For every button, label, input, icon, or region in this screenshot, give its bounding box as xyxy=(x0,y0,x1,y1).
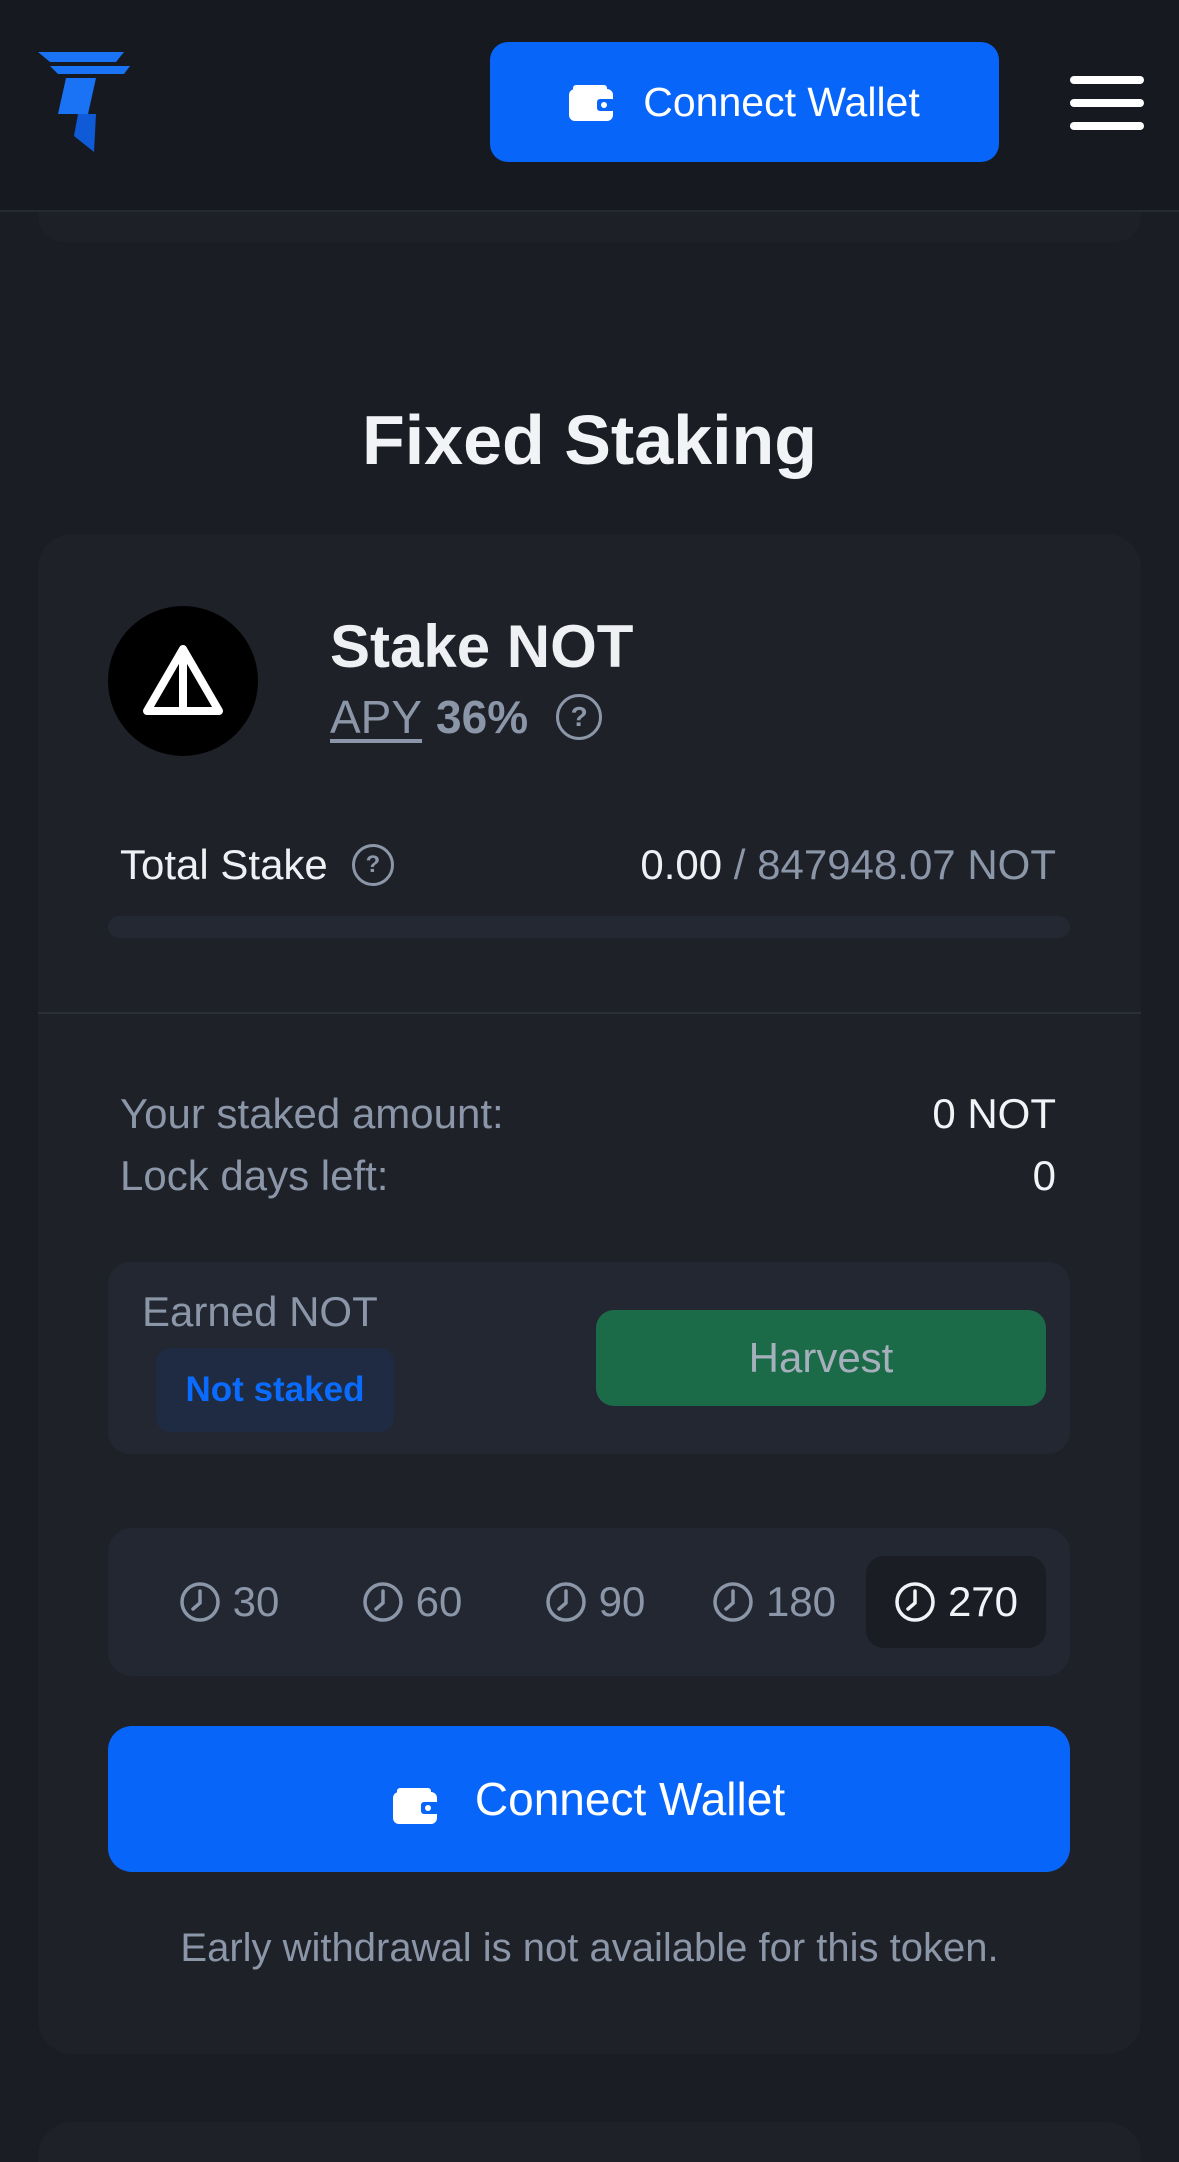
lock-days-row: Lock days left: 0 xyxy=(120,1152,1056,1200)
lock-days-label: Lock days left: xyxy=(120,1152,389,1199)
lock-period-label: 30 xyxy=(232,1578,280,1625)
staking-card: Stake NOT APY 36% ? Total Stake ? 0.00 /… xyxy=(38,534,1141,2054)
early-withdrawal-note: Early withdrawal is not available for th… xyxy=(180,1926,999,1970)
total-stake-progress-bar xyxy=(108,916,1070,938)
lock-period-option-90[interactable]: 90 xyxy=(520,1556,670,1648)
help-question-icon[interactable]: ? xyxy=(351,844,394,886)
total-stake-current: 0.00 xyxy=(640,841,723,888)
lock-period-selector: 30 60 90 180 270 xyxy=(108,1528,1070,1676)
header-connect-wallet-button[interactable]: Connect Wallet xyxy=(490,42,999,162)
apy-value: 36% xyxy=(436,691,529,743)
earned-panel: Earned NOT Not staked Harvest xyxy=(108,1262,1070,1454)
connect-wallet-button[interactable]: Connect Wallet xyxy=(108,1726,1070,1872)
total-stake-separator: / xyxy=(733,841,746,888)
clock-icon xyxy=(895,1582,935,1622)
page-title: Fixed Staking xyxy=(361,401,818,479)
wallet-icon xyxy=(392,1781,439,1824)
lock-period-label: 60 xyxy=(415,1578,463,1625)
clock-icon xyxy=(713,1582,753,1622)
help-question-icon[interactable]: ? xyxy=(556,694,603,740)
lock-period-label: 270 xyxy=(947,1578,1019,1625)
top-header: Connect Wallet xyxy=(0,0,1179,212)
total-stake-label: Total Stake xyxy=(120,841,328,888)
total-stake-value: 0.00 / 847948.07 NOT xyxy=(640,841,1056,889)
staked-amount-row: Your staked amount: 0 NOT xyxy=(120,1090,1056,1138)
wallet-icon xyxy=(569,84,616,121)
apy-row: APY 36% ? xyxy=(330,690,603,744)
clock-icon xyxy=(179,1582,220,1622)
lock-period-option-270[interactable]: 270 xyxy=(866,1556,1046,1648)
total-stake-row: Total Stake ? 0.00 / 847948.07 NOT xyxy=(120,830,1056,900)
notcoin-triangle-icon xyxy=(108,606,258,756)
clock-icon xyxy=(545,1582,586,1622)
total-stake-max: 847948.07 NOT xyxy=(757,841,1056,888)
lock-period-label: 90 xyxy=(598,1578,646,1625)
staked-amount-label: Your staked amount: xyxy=(120,1090,504,1137)
connect-wallet-label: Connect Wallet xyxy=(474,1773,786,1825)
earned-label: Earned NOT xyxy=(142,1288,378,1335)
total-stake-label-group: Total Stake ? xyxy=(120,841,394,889)
section-divider xyxy=(38,1012,1141,1014)
clock-icon xyxy=(362,1582,403,1622)
staked-amount-value: 0 NOT xyxy=(932,1090,1056,1137)
lock-period-option-30[interactable]: 30 xyxy=(154,1556,304,1648)
apy-label[interactable]: APY xyxy=(330,690,422,744)
lock-days-value: 0 xyxy=(1032,1152,1056,1199)
header-connect-wallet-label: Connect Wallet xyxy=(643,78,920,125)
lock-period-option-180[interactable]: 180 xyxy=(694,1556,854,1648)
next-card-edge xyxy=(38,2122,1141,2162)
status-badge: Not staked xyxy=(156,1348,394,1432)
brand-logo-icon[interactable] xyxy=(38,52,130,152)
previous-card-edge xyxy=(38,212,1141,242)
lock-period-label: 180 xyxy=(765,1578,837,1625)
harvest-button[interactable]: Harvest xyxy=(596,1310,1046,1406)
hamburger-menu-icon[interactable] xyxy=(1070,76,1144,130)
stake-title: Stake NOT xyxy=(330,613,634,680)
lock-period-option-60[interactable]: 60 xyxy=(337,1556,487,1648)
